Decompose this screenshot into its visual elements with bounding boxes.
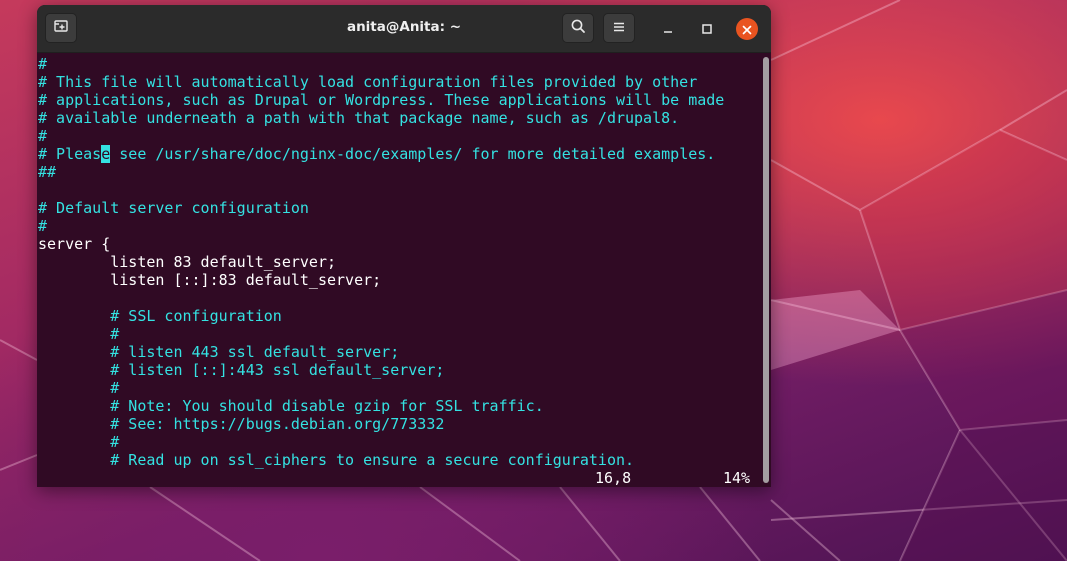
- editor-line: # listen 443 ssl default_server;: [38, 343, 400, 361]
- close-button[interactable]: [736, 18, 758, 40]
- search-icon: [570, 18, 586, 38]
- new-tab-icon: [53, 18, 69, 38]
- editor-line: # SSL configuration: [38, 307, 282, 325]
- editor-line: #: [38, 433, 120, 451]
- editor-line: # Note: You should disable gzip for SSL …: [38, 397, 544, 415]
- editor-line: #: [38, 325, 120, 343]
- minimize-button[interactable]: [657, 18, 679, 40]
- editor-line: # Default server configuration: [38, 199, 309, 217]
- close-icon: [742, 20, 752, 39]
- terminal-area[interactable]: # # This file will automatically load con…: [37, 53, 771, 487]
- editor-line: listen [::]:83 default_server;: [38, 271, 382, 289]
- cursor-position: 16,8: [595, 469, 632, 487]
- maximize-button[interactable]: [696, 18, 718, 40]
- editor-buffer[interactable]: # # This file will automatically load con…: [38, 55, 724, 469]
- hamburger-menu-icon: [612, 19, 626, 38]
- maximize-icon: [701, 20, 713, 39]
- title-bar[interactable]: anita@Anita: ~: [37, 5, 771, 53]
- scroll-percent: 14%: [723, 469, 751, 487]
- search-button[interactable]: [562, 13, 594, 43]
- editor-line: # available underneath a path with that …: [38, 109, 680, 127]
- terminal-window: anita@Anita: ~ # # This file will automa…: [37, 5, 771, 487]
- editor-line: # See: https://bugs.debian.org/773332: [38, 415, 445, 433]
- editor-line: #: [38, 379, 120, 397]
- editor-line: # This file will automatically load conf…: [38, 73, 698, 91]
- minimize-icon: [662, 20, 674, 39]
- new-tab-button[interactable]: [45, 13, 77, 43]
- editor-line: #: [38, 217, 48, 235]
- text-cursor: e: [101, 145, 111, 163]
- editor-line: ##: [38, 163, 57, 181]
- editor-line: listen 83 default_server;: [38, 253, 337, 271]
- editor-line: # applications, such as Drupal or Wordpr…: [38, 91, 725, 109]
- editor-line: #: [38, 127, 48, 145]
- editor-line: server {: [38, 235, 111, 253]
- scrollbar[interactable]: [763, 57, 769, 483]
- editor-line: #: [38, 55, 48, 73]
- editor-line: # Please see /usr/share/doc/nginx-doc/ex…: [38, 145, 716, 163]
- editor-line: # listen [::]:443 ssl default_server;: [38, 361, 445, 379]
- editor-line: # Read up on ssl_ciphers to ensure a sec…: [38, 451, 635, 469]
- menu-button[interactable]: [603, 13, 635, 43]
